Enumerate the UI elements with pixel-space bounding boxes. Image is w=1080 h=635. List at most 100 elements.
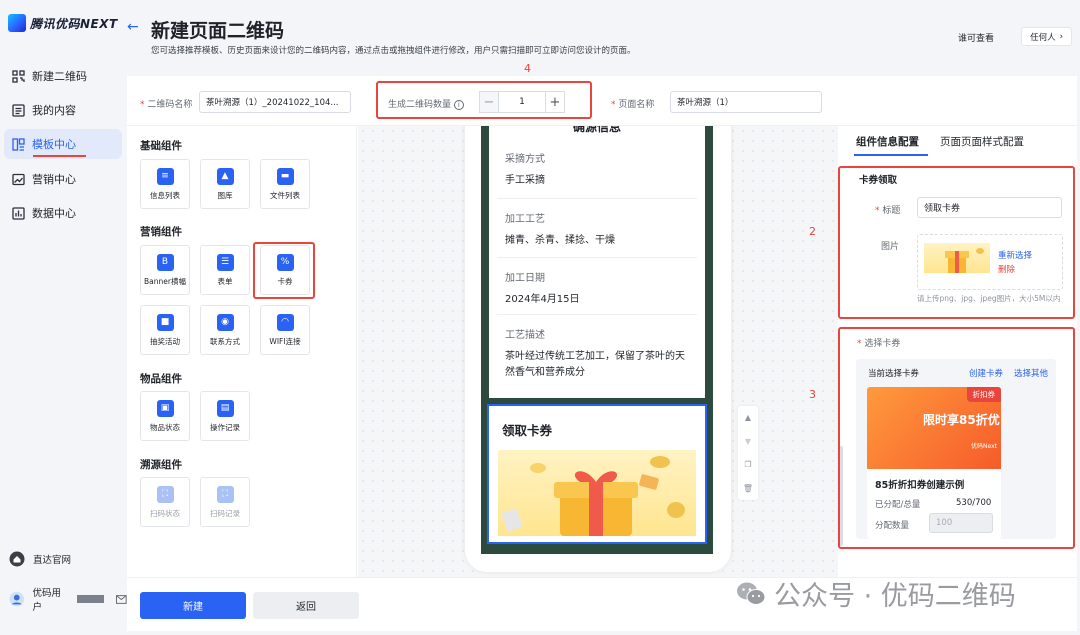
form-bar: * 二维码名称 茶叶溯源（1）_20241022_104... 生成二维码数量 … xyxy=(127,76,1077,126)
status-icon: ▣ xyxy=(156,399,174,417)
info-row: 采摘方式 手工采摘 xyxy=(505,154,545,186)
sidebar-item-label: 新建二维码 xyxy=(32,70,87,83)
divider xyxy=(497,198,697,199)
sidebar-item-marketing[interactable]: 营销中心 xyxy=(4,164,122,194)
qrcode-icon xyxy=(11,69,25,83)
folder-icon: ▬ xyxy=(276,167,294,185)
annotation-number: 2 xyxy=(809,225,816,238)
component-banner[interactable]: B Banner横幅 xyxy=(140,245,190,295)
group-title-marketing: 营销组件 xyxy=(140,226,182,238)
official-site-label: 直达官网 xyxy=(33,555,72,566)
viewer-value: 任何人 xyxy=(1030,32,1056,43)
brand-name: 腾讯优码NEXT xyxy=(30,16,118,31)
sidebar-item-my-content[interactable]: 我的内容 xyxy=(4,95,122,125)
watermark: 公众号 · 优码二维码 xyxy=(736,574,1016,613)
sidebar: 腾讯优码NEXT 新建二维码 我的内容 模板中心 营销中心 数据中心 直达官网 … xyxy=(0,0,127,635)
page-title: 新建页面二维码 xyxy=(151,20,285,42)
back-button[interactable]: 返回 xyxy=(253,592,359,619)
chevron-right-icon: › xyxy=(1059,31,1063,42)
info-section-title: 确源信息 xyxy=(572,126,621,134)
watermark-text: 公众号 · 优码二维码 xyxy=(774,581,1016,612)
brand-logo[interactable]: 腾讯优码NEXT xyxy=(8,14,118,32)
page-header: ← 新建页面二维码 您可选择推荐模板、历史页面来设计您的二维码内容，通过点击或拖… xyxy=(127,0,1080,70)
viewer-select[interactable]: 任何人 › xyxy=(1021,27,1072,46)
chat-icon: ◉ xyxy=(216,313,234,331)
tab-page-style[interactable]: 页面页面样式配置 xyxy=(940,134,1024,149)
bar-chart-icon xyxy=(11,206,25,220)
active-underline xyxy=(33,155,86,157)
component-contact[interactable]: ◉ 联系方式 xyxy=(200,305,250,355)
qr-name-label: * 二维码名称 xyxy=(140,100,193,110)
tab-component-config[interactable]: 组件信息配置 xyxy=(856,134,919,149)
sidebar-item-label: 数据中心 xyxy=(32,207,76,220)
gift-icon: ■ xyxy=(156,313,174,331)
avatar xyxy=(9,591,25,607)
sidebar-item-new-qrcode[interactable]: 新建二维码 xyxy=(4,61,122,91)
page-subtitle: 您可选择推荐模板、历史页面来设计您的二维码内容，通过点击或拖拽组件进行修改，用户… xyxy=(151,46,636,56)
component-palette: 基础组件 ≡ 信息列表 ▲ 图库 ▬ 文件列表 营销组件 B Banner横幅 ☰ 表单 … xyxy=(127,126,357,577)
move-down-icon[interactable]: ▼ xyxy=(745,437,751,446)
component-scan-record[interactable]: ⛶ 扫码记录 xyxy=(200,477,250,527)
user-profile[interactable]: 优码用户 xyxy=(9,585,127,613)
highlight-count-stepper xyxy=(376,81,592,119)
home-icon xyxy=(9,551,25,567)
group-title-basic: 基础组件 xyxy=(140,140,182,152)
delete-icon[interactable]: 🗑 xyxy=(743,484,753,493)
component-goods-status[interactable]: ▣ 物品状态 xyxy=(140,391,190,441)
scan-icon: ⛶ xyxy=(156,485,174,503)
phone-frame: 确源信息 采摘方式 手工采摘 加工工艺 摊青、杀青、揉捻、干燥 加工日期 2024年4… xyxy=(465,126,731,572)
sidebar-item-label: 营销中心 xyxy=(32,173,76,186)
highlight-coupon-config xyxy=(838,166,1075,319)
logo-icon xyxy=(8,14,26,32)
back-arrow-icon[interactable]: ← xyxy=(127,19,141,35)
document-icon xyxy=(11,103,25,117)
page-name-label: * 页面名称 xyxy=(611,100,655,110)
trace-info-card[interactable]: 确源信息 采摘方式 手工采摘 加工工艺 摊青、杀青、揉捻、干燥 加工日期 2024年4… xyxy=(489,126,705,398)
image-icon: ▲ xyxy=(216,167,234,185)
mail-icon[interactable] xyxy=(116,594,127,604)
group-title-goods: 物品组件 xyxy=(140,373,182,385)
component-lottery[interactable]: ■ 抽奖活动 xyxy=(140,305,190,355)
component-toolbar: ▲ ▼ ❐ 🗑 xyxy=(738,406,758,500)
divider xyxy=(497,314,697,315)
preview-canvas: 确源信息 采摘方式 手工采摘 加工工艺 摊青、杀青、揉捻、干燥 加工日期 2024年4… xyxy=(358,126,838,577)
coupon-gift-image xyxy=(498,450,696,536)
list-icon: ≡ xyxy=(156,167,174,185)
phone-content[interactable]: 确源信息 采摘方式 手工采摘 加工工艺 摊青、杀青、揉捻、干燥 加工日期 2024年4… xyxy=(481,126,713,554)
group-title-trace: 溯源组件 xyxy=(140,459,182,471)
component-info-list[interactable]: ≡ 信息列表 xyxy=(140,159,190,209)
move-up-icon[interactable]: ▲ xyxy=(745,413,751,422)
wechat-icon xyxy=(737,582,766,605)
scan-record-icon: ⛶ xyxy=(216,485,234,503)
banner-icon: B xyxy=(156,253,174,271)
component-form[interactable]: ☰ 表单 xyxy=(200,245,250,295)
component-gallery[interactable]: ▲ 图库 xyxy=(200,159,250,209)
component-file-list[interactable]: ▬ 文件列表 xyxy=(260,159,310,209)
viewer-label: 谁可查看 xyxy=(957,34,994,44)
wifi-icon: ◠ xyxy=(276,313,294,331)
component-operation-log[interactable]: ▤ 操作记录 xyxy=(200,391,250,441)
copy-icon[interactable]: ❐ xyxy=(744,460,751,469)
sidebar-item-label: 模板中心 xyxy=(32,138,76,151)
sidebar-item-label: 我的内容 xyxy=(32,104,76,117)
form-icon: ☰ xyxy=(216,253,234,271)
annotation-number: 3 xyxy=(809,388,816,401)
annotation-number: 4 xyxy=(524,62,531,75)
highlight-coupon-component xyxy=(253,242,315,299)
component-scan-status[interactable]: ⛶ 扫码状态 xyxy=(140,477,190,527)
page-name-input[interactable]: 茶叶溯源（1） xyxy=(670,91,822,113)
sidebar-item-data[interactable]: 数据中心 xyxy=(4,198,122,228)
coupon-component-selected[interactable]: 领取卡券 xyxy=(487,404,707,544)
info-row: 工艺描述 茶叶经过传统工艺加工，保留了茶叶的天然香气和营养成分 xyxy=(505,330,685,378)
official-site-link[interactable]: 直达官网 xyxy=(9,551,71,567)
coupon-component-title: 领取卡券 xyxy=(502,423,553,438)
log-icon: ▤ xyxy=(216,399,234,417)
create-button[interactable]: 新建 xyxy=(140,592,246,619)
highlight-coupon-select xyxy=(838,327,1075,549)
user-name: 优码用户 xyxy=(32,588,61,613)
image-chart-icon xyxy=(11,172,25,186)
qr-name-input[interactable]: 茶叶溯源（1）_20241022_104... xyxy=(199,91,351,113)
component-wifi[interactable]: ◠ WIFI连接 xyxy=(260,305,310,355)
info-row: 加工日期 2024年4月15日 xyxy=(505,273,580,305)
tab-indicator xyxy=(854,154,928,156)
